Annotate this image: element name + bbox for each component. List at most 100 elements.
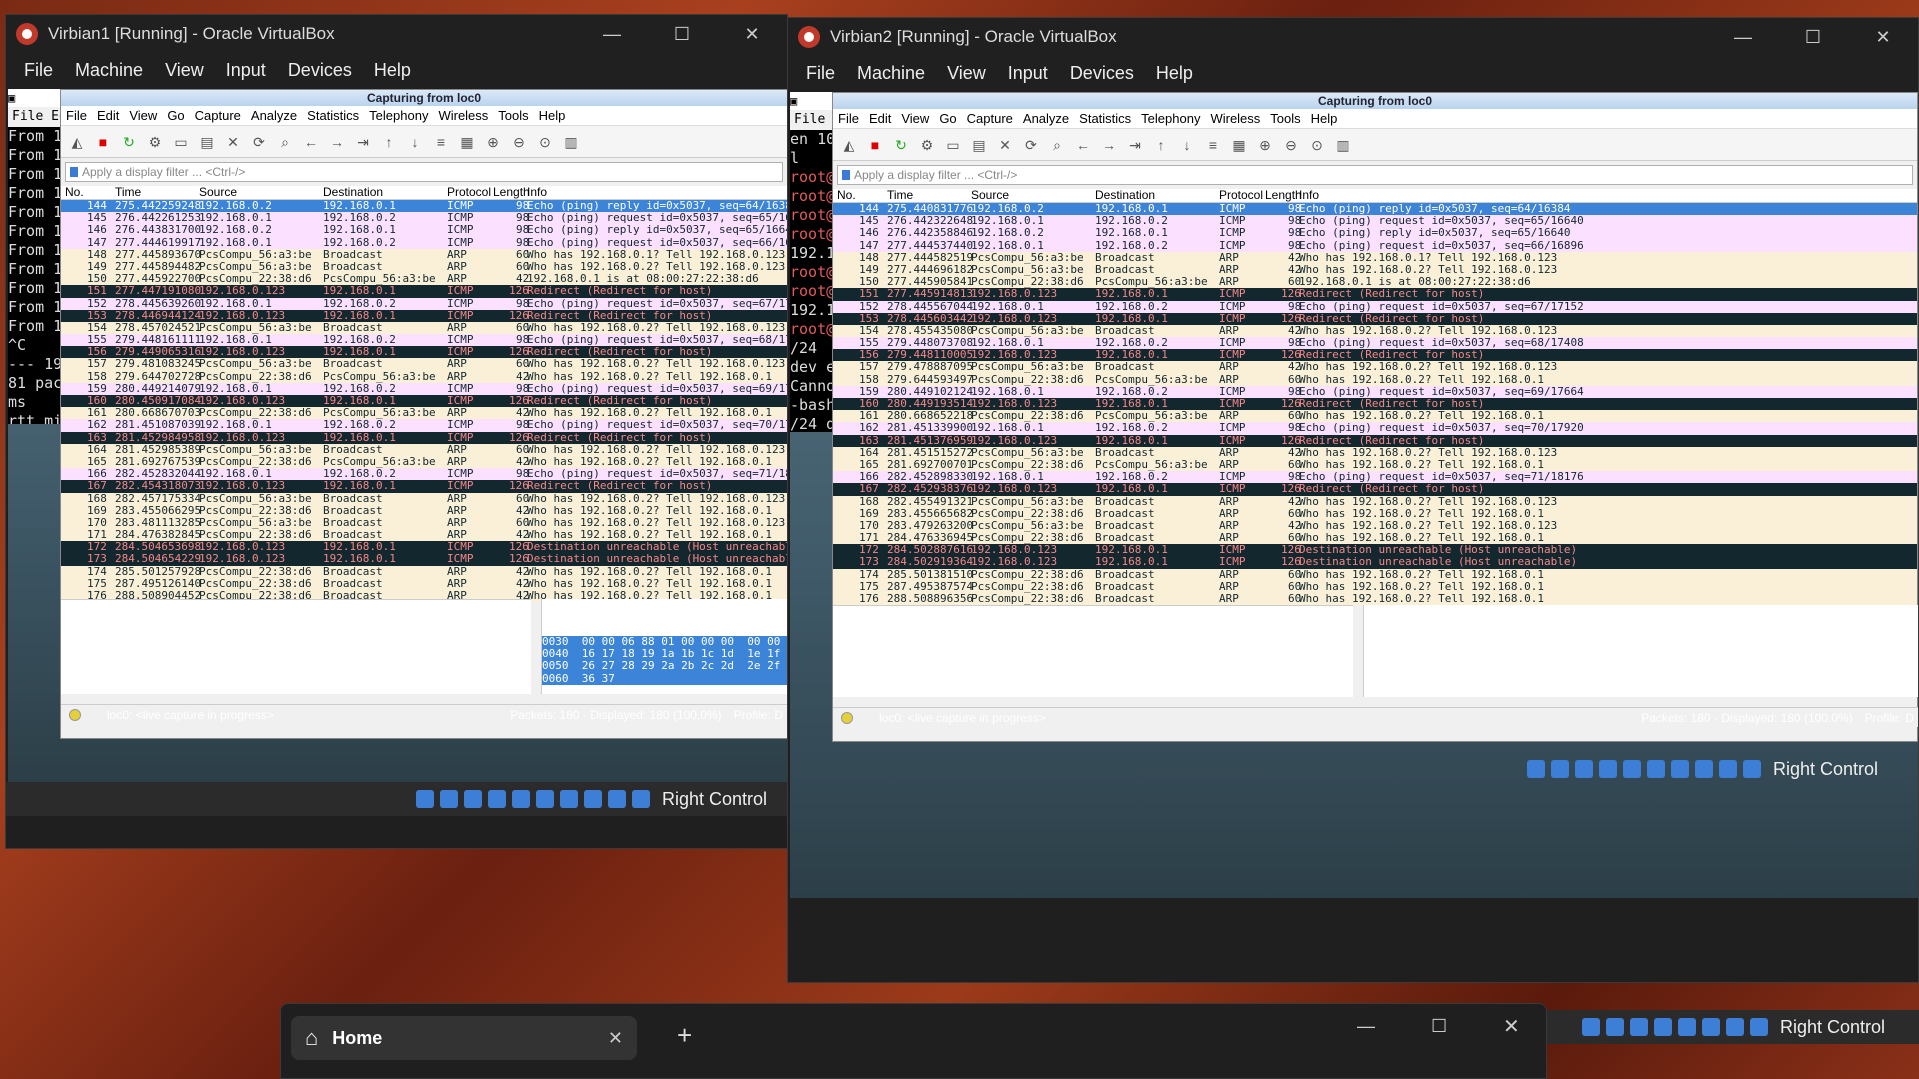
table-row[interactable]: 167 282.452938376 192.168.0.123 192.168.0.1… bbox=[833, 483, 1917, 496]
resize-columns-icon[interactable]: ▥ bbox=[561, 132, 581, 152]
status-icon[interactable] bbox=[1622, 760, 1641, 778]
table-row[interactable]: 151 277.445914813 192.168.0.123 192.168.0.1… bbox=[833, 288, 1917, 301]
ws-menu-edit[interactable]: Edit bbox=[869, 111, 891, 126]
zoom-reset-icon[interactable]: ⊙ bbox=[535, 132, 555, 152]
first-icon[interactable]: ↑ bbox=[1151, 135, 1171, 155]
status-icon[interactable] bbox=[1598, 760, 1617, 778]
table-row[interactable]: 157 279.478887095 PcsCompu_56:a3:be Broadca… bbox=[833, 361, 1917, 374]
status-icon[interactable] bbox=[631, 790, 650, 808]
packet-bytes[interactable]: 0000 08 00 27 22 38 d6 08 00 27 56 a3 001… bbox=[541, 599, 787, 694]
close-button[interactable]: ✕ bbox=[717, 24, 787, 45]
packet-details[interactable]: ▾ Ethernet II, Src: PcsCompu_56:a3:be (0… bbox=[833, 605, 1353, 697]
find-icon[interactable]: ⌕ bbox=[1047, 135, 1067, 155]
table-row[interactable]: 168 282.455491321 PcsCompu_56:a3:be Broadca… bbox=[833, 495, 1917, 508]
ws-menu-capture[interactable]: Capture bbox=[967, 111, 1013, 126]
vm1-screen[interactable]: ▣ File Ed From 1 From 1 From 1 From 1 From 1… bbox=[8, 89, 787, 782]
detail-line[interactable]: ▾ Source: PcsCompu_56:a3:be (08:00:27:56… bbox=[833, 667, 1353, 680]
table-row[interactable]: 152 278.445639260 192.168.0.1 192.168.0.2 IC… bbox=[61, 297, 787, 310]
ws-menu-statistics[interactable]: Statistics bbox=[307, 108, 359, 123]
status-icon[interactable] bbox=[559, 790, 578, 808]
column-header[interactable]: Time bbox=[887, 189, 913, 201]
options-icon[interactable]: ⚙ bbox=[917, 135, 937, 155]
table-row[interactable]: 152 278.445567044 192.168.0.1 192.168.0.2 IC… bbox=[833, 300, 1917, 313]
ws-menu-file[interactable]: File bbox=[66, 108, 87, 123]
column-header[interactable]: Info bbox=[527, 186, 547, 198]
table-row[interactable]: 157 279.481083245 PcsCompu_56:a3:be Broadca… bbox=[61, 358, 787, 371]
ws-menu-go[interactable]: Go bbox=[939, 111, 956, 126]
status-icon[interactable] bbox=[1581, 1018, 1600, 1036]
packet-bytes[interactable]: 0000 08 00 27 22 38 d6 08 00 0010 00 54 9… bbox=[1363, 605, 1918, 697]
table-row[interactable]: 158 279.644593497 PcsCompu_22:38:d6 PcsComp… bbox=[833, 373, 1917, 386]
status-icon[interactable] bbox=[511, 790, 530, 808]
display-filter-input[interactable]: Apply a display filter ... <Ctrl-/> bbox=[837, 165, 1913, 185]
zoom-in-icon[interactable]: ⊕ bbox=[1255, 135, 1275, 155]
ws-menu-wireless[interactable]: Wireless bbox=[438, 108, 488, 123]
status-icon[interactable] bbox=[583, 790, 602, 808]
column-header[interactable]: Time bbox=[115, 186, 141, 198]
menu-machine[interactable]: Machine bbox=[857, 63, 925, 84]
close-tab-icon[interactable]: ✕ bbox=[608, 1028, 623, 1049]
ws-menu-go[interactable]: Go bbox=[167, 108, 184, 123]
resize-columns-icon[interactable]: ▥ bbox=[1333, 135, 1353, 155]
shark-fin-icon[interactable]: ◭ bbox=[839, 135, 859, 155]
status-icon[interactable] bbox=[415, 790, 434, 808]
column-header[interactable]: Length bbox=[1265, 189, 1302, 201]
first-icon[interactable]: ↑ bbox=[379, 132, 399, 152]
status-icon[interactable] bbox=[1670, 760, 1689, 778]
minimize-button[interactable]: — bbox=[1357, 1016, 1375, 1037]
status-icon[interactable] bbox=[1694, 760, 1713, 778]
vm1-terminal[interactable]: ▣ File Ed From 1 From 1 From 1 From 1 From 1… bbox=[8, 89, 68, 424]
table-row[interactable]: 151 277.447191080 192.168.0.123 192.168.0.1… bbox=[61, 285, 787, 298]
forward-icon[interactable]: → bbox=[327, 132, 347, 152]
ws-menu-view[interactable]: View bbox=[901, 111, 929, 126]
column-header[interactable]: Destination bbox=[1095, 189, 1155, 201]
status-icon[interactable] bbox=[1718, 760, 1737, 778]
display-filter-input[interactable]: Apply a display filter ... <Ctrl-/> bbox=[65, 162, 783, 182]
save-icon[interactable]: ▤ bbox=[197, 132, 217, 152]
detail-line[interactable]: Address: PcsCompu_56:a3:be (08:00:27:56:… bbox=[61, 673, 531, 686]
status-icon[interactable] bbox=[1725, 1018, 1744, 1036]
reload-icon[interactable]: ⟳ bbox=[1021, 135, 1041, 155]
menu-view[interactable]: View bbox=[947, 63, 986, 84]
options-icon[interactable]: ⚙ bbox=[145, 132, 165, 152]
ws-menu-file[interactable]: File bbox=[838, 111, 859, 126]
new-tab-button[interactable]: + bbox=[677, 1020, 692, 1051]
zoom-reset-icon[interactable]: ⊙ bbox=[1307, 135, 1327, 155]
ws-menu-wireless[interactable]: Wireless bbox=[1210, 111, 1260, 126]
status-icon[interactable] bbox=[1749, 1018, 1768, 1036]
table-row[interactable]: 173 284.502919364 192.168.0.123 192.168.0.1… bbox=[833, 556, 1917, 569]
table-row[interactable]: 174 285.501381510 PcsCompu_22:38:d6 Broadca… bbox=[833, 568, 1917, 581]
ws-menu-analyze[interactable]: Analyze bbox=[251, 108, 297, 123]
menu-input[interactable]: Input bbox=[1008, 63, 1048, 84]
menu-help[interactable]: Help bbox=[374, 60, 411, 81]
column-header[interactable]: Source bbox=[199, 186, 237, 198]
zoom-out-icon[interactable]: ⊖ bbox=[509, 132, 529, 152]
goto-icon[interactable]: ⇥ bbox=[1125, 135, 1145, 155]
open-icon[interactable]: ▭ bbox=[943, 135, 963, 155]
status-icon[interactable] bbox=[1653, 1018, 1672, 1036]
menu-input[interactable]: Input bbox=[226, 60, 266, 81]
minimize-button[interactable]: — bbox=[577, 24, 647, 45]
ws-menu-statistics[interactable]: Statistics bbox=[1079, 111, 1131, 126]
save-icon[interactable]: ▤ bbox=[969, 135, 989, 155]
forward-icon[interactable]: → bbox=[1099, 135, 1119, 155]
close-icon[interactable]: ✕ bbox=[995, 135, 1015, 155]
table-row[interactable]: 163 281.451376959 192.168.0.123 192.168.0.1… bbox=[833, 434, 1917, 447]
colorize-icon[interactable]: ▦ bbox=[457, 132, 477, 152]
reload-icon[interactable]: ⟳ bbox=[249, 132, 269, 152]
table-row[interactable]: 173 284.504654229 192.168.0.123 192.168.0.1… bbox=[61, 553, 787, 566]
status-icon[interactable] bbox=[1526, 760, 1545, 778]
column-header[interactable]: No. bbox=[837, 189, 856, 201]
browser-tab-home[interactable]: ⌂ Home ✕ bbox=[291, 1016, 637, 1060]
detail-line[interactable]: ▾ Source: PcsCompu_56:a3:be (08:00:27:56… bbox=[61, 661, 531, 674]
detail-line[interactable]: ▾ Destination: PcsCompu_22:38:d6 (08:00:… bbox=[833, 617, 1353, 630]
ws-menu-help[interactable]: Help bbox=[1311, 111, 1338, 126]
detail-line[interactable]: ▾ Destination: PcsCompu_22:38:d6 (08:00:… bbox=[61, 611, 531, 624]
zoom-out-icon[interactable]: ⊖ bbox=[1281, 135, 1301, 155]
find-icon[interactable]: ⌕ bbox=[275, 132, 295, 152]
status-icon[interactable] bbox=[1550, 760, 1569, 778]
table-row[interactable]: 158 279.644702728 PcsCompu_22:38:d6 PcsComp… bbox=[61, 370, 787, 383]
column-header[interactable]: Protocol bbox=[1219, 189, 1263, 201]
detail-line[interactable]: 0060 36 37 bbox=[542, 672, 787, 686]
close-icon[interactable]: ✕ bbox=[223, 132, 243, 152]
